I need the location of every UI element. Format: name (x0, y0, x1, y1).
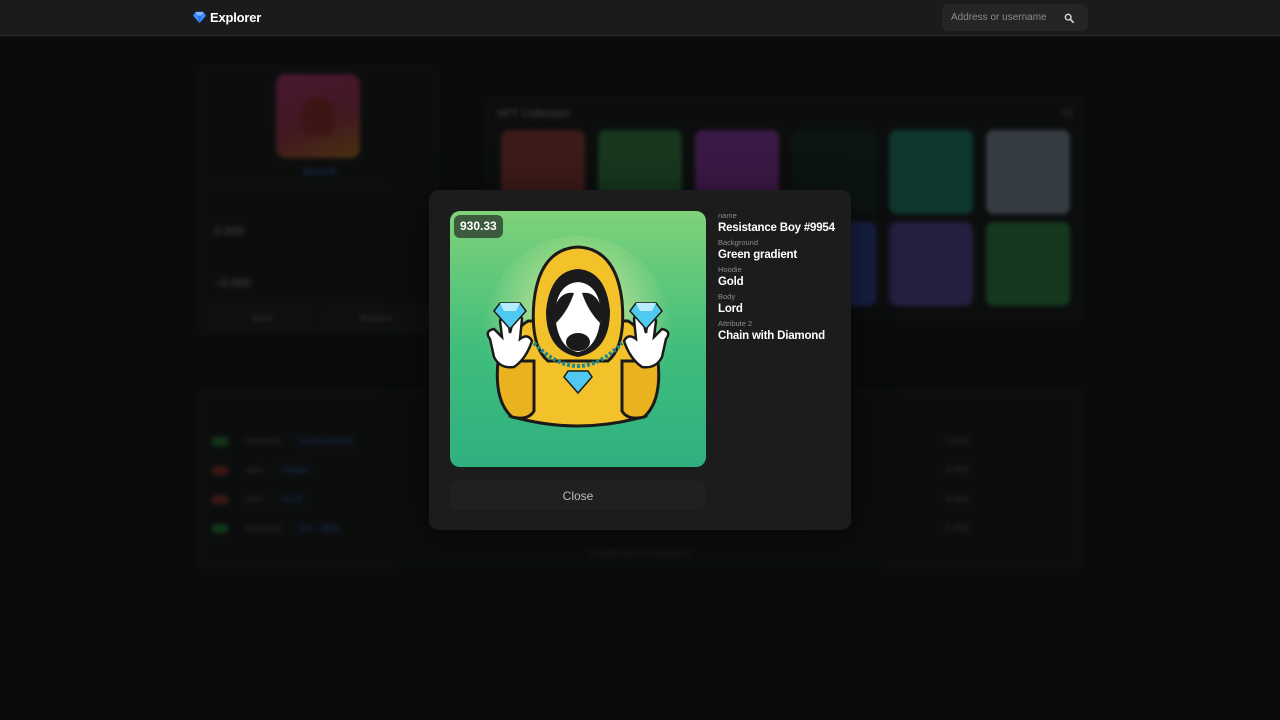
search-box (942, 4, 1088, 31)
attribute-list: name Resistance Boy #9954 Background Gre… (718, 211, 844, 346)
search-input[interactable] (942, 4, 1060, 31)
attribute-value: Resistance Boy #9954 (718, 222, 835, 234)
attribute-key: Attribute 2 (718, 319, 753, 328)
attribute-item: Body Lord (718, 292, 844, 318)
attribute-value: Green gradient (718, 249, 797, 261)
attribute-key: name (718, 211, 737, 220)
attribute-value: Lord (718, 303, 743, 315)
attribute-key: Background (718, 238, 759, 247)
search-icon[interactable] (1064, 13, 1074, 23)
close-button[interactable]: Close (450, 481, 706, 510)
brand-name: Explorer (210, 10, 262, 25)
attribute-item: Hoodie Gold (718, 265, 844, 291)
attribute-key: Body (718, 292, 736, 301)
top-bar: Explorer (0, 0, 1280, 36)
resistance-boy-illustration (483, 236, 673, 436)
price-badge: 930.33 (454, 215, 503, 238)
attribute-item: Background Green gradient (718, 238, 844, 264)
diamond-logo-icon (193, 11, 206, 24)
attribute-value: Gold (718, 276, 744, 288)
attribute-item: Attribute 2 Chain with Diamond (718, 319, 844, 345)
attribute-value: Chain with Diamond (718, 330, 825, 342)
nft-detail-modal: 930.33 name Resistance Boy #9954 Backgro… (429, 190, 851, 530)
attribute-item: name Resistance Boy #9954 (718, 211, 844, 237)
brand-logo[interactable]: Explorer (193, 10, 261, 25)
attribute-key: Hoodie (718, 265, 742, 274)
nft-artwork: 930.33 (450, 211, 706, 467)
